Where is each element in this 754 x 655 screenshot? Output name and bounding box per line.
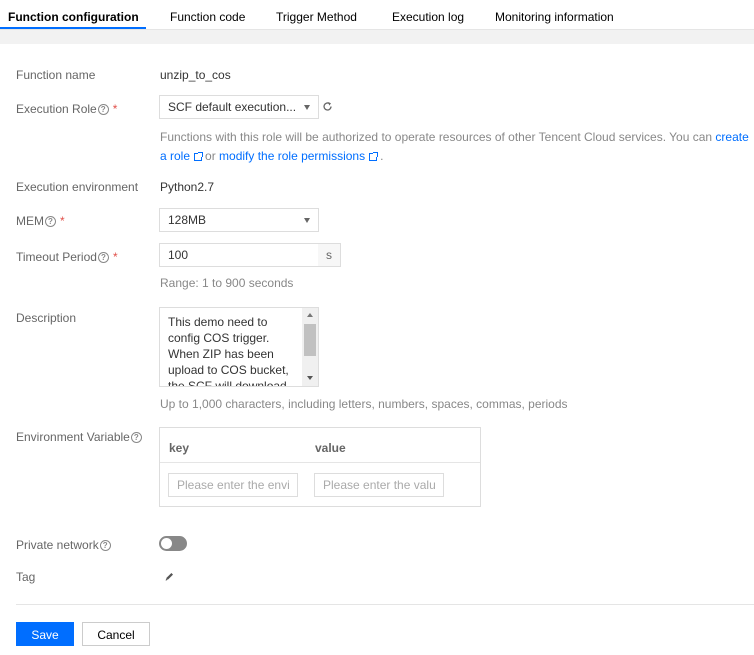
save-button[interactable]: Save <box>16 622 74 646</box>
description-text: This demo need to config COS trigger. Wh… <box>168 314 298 387</box>
execution-role-hint: Functions with this role will be authori… <box>160 128 754 166</box>
chevron-down-icon <box>304 105 310 110</box>
environment-variable-table: key value <box>159 427 481 507</box>
timeout-label-text: Timeout Period <box>16 250 97 264</box>
value-column-header: value <box>315 441 346 455</box>
execution-role-selected: SCF default execution... <box>168 100 297 114</box>
execution-environment-value: Python2.7 <box>160 180 215 194</box>
help-icon[interactable]: ? <box>45 216 56 227</box>
external-link-icon[interactable] <box>194 152 204 161</box>
tab-monitoring-information[interactable]: Monitoring information <box>495 10 614 24</box>
required-mark: * <box>112 250 118 264</box>
environment-variable-header: key value <box>160 428 480 463</box>
modify-role-permissions-link[interactable]: modify the role permissions <box>219 149 365 163</box>
description-textarea[interactable]: This demo need to config COS trigger. Wh… <box>159 307 319 387</box>
env-value-input[interactable] <box>314 473 444 497</box>
env-key-input[interactable] <box>168 473 298 497</box>
chevron-down-icon <box>304 218 310 223</box>
scroll-thumb[interactable] <box>304 324 316 356</box>
execution-role-select[interactable]: SCF default execution... <box>159 95 319 119</box>
scroll-down-arrow-icon[interactable] <box>307 376 313 380</box>
scroll-up-arrow-icon[interactable] <box>307 313 313 317</box>
help-icon[interactable]: ? <box>130 432 142 443</box>
function-name-label: Function name <box>16 68 96 82</box>
description-label: Description <box>16 311 77 325</box>
refresh-icon[interactable] <box>322 101 333 112</box>
cancel-button[interactable]: Cancel <box>82 622 150 646</box>
timeout-label: Timeout Period? * <box>16 250 118 264</box>
mem-label-text: MEM <box>16 214 44 228</box>
hint-end-text: . <box>380 149 384 163</box>
execution-environment-label: Execution environment <box>16 180 139 194</box>
description-line: the SCF will download <box>168 379 287 387</box>
description-line: When ZIP has been <box>168 347 274 361</box>
description-hint: Up to 1,000 characters, including letter… <box>160 397 568 411</box>
edit-pencil-icon[interactable] <box>164 571 175 582</box>
execution-role-hint-text: Functions with this role will be authori… <box>160 130 716 144</box>
description-scrollbar[interactable] <box>302 308 318 386</box>
tab-function-code[interactable]: Function code <box>170 10 245 24</box>
function-name-value: unzip_to_cos <box>160 68 231 82</box>
timeout-unit: s <box>318 243 341 267</box>
create-role-link-part2: a role <box>160 149 191 163</box>
description-line: upload to COS bucket, <box>168 363 289 377</box>
timeout-input[interactable] <box>159 243 319 267</box>
execution-role-label: Execution Role? * <box>16 102 117 116</box>
execution-role-label-text: Execution Role <box>16 102 97 116</box>
private-network-label: Private network? <box>16 538 111 552</box>
description-line: This demo need to <box>168 315 268 329</box>
mem-select[interactable]: 128MB <box>159 208 319 232</box>
external-link-icon[interactable] <box>369 152 379 161</box>
section-spacer <box>0 30 754 44</box>
help-icon[interactable]: ? <box>99 540 111 551</box>
create-role-link-part1: create <box>715 130 749 144</box>
tab-bar: Function configuration Function code Tri… <box>0 0 754 30</box>
tag-label: Tag <box>16 570 36 584</box>
help-icon[interactable]: ? <box>97 104 109 115</box>
hint-or-text: or <box>205 149 216 163</box>
environment-variable-label: Environment Variable? <box>16 430 142 444</box>
mem-label: MEM? * <box>16 214 65 228</box>
tab-function-configuration[interactable]: Function configuration <box>8 10 139 24</box>
footer-divider <box>16 604 754 605</box>
required-mark: * <box>112 102 118 116</box>
private-network-label-text: Private network <box>16 538 99 552</box>
tab-execution-log[interactable]: Execution log <box>392 10 464 24</box>
help-icon[interactable]: ? <box>97 252 109 263</box>
private-network-toggle[interactable] <box>159 536 187 551</box>
key-column-header: key <box>169 441 190 455</box>
tab-trigger-method[interactable]: Trigger Method <box>276 10 357 24</box>
timeout-hint: Range: 1 to 900 seconds <box>160 276 294 290</box>
description-line: config COS trigger. <box>168 331 270 345</box>
required-mark: * <box>60 214 65 228</box>
toggle-knob <box>161 538 172 549</box>
environment-variable-label-text: Environment Variable <box>16 430 130 444</box>
mem-selected: 128MB <box>168 213 207 227</box>
